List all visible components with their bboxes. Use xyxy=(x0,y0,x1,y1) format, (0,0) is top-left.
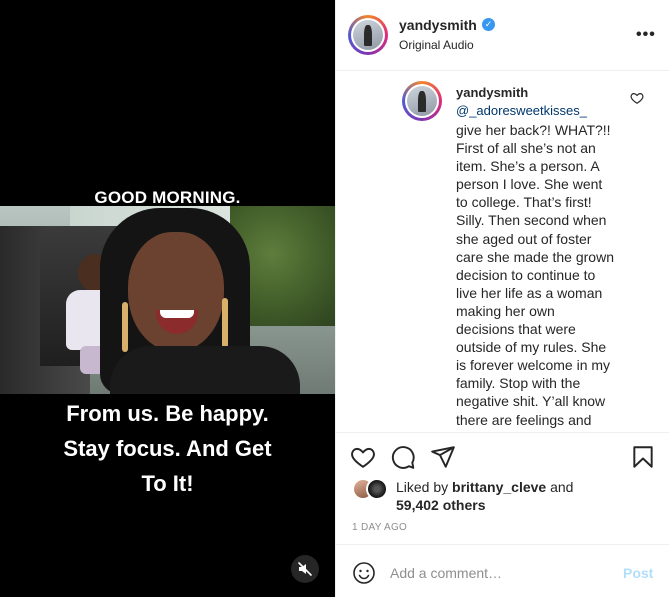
mute-button[interactable] xyxy=(291,555,319,583)
comment-bubble-icon[interactable] xyxy=(390,444,416,470)
video-caption-top: GOOD MORNING. xyxy=(94,188,241,207)
comment-username[interactable]: yandysmith xyxy=(456,85,528,100)
comments-list[interactable]: yandysmith @_adoresweetkisses_ give her … xyxy=(336,72,669,432)
video-player[interactable]: GOOD MORNING. From us. Be happy. Stay fo… xyxy=(0,0,335,597)
post-actions: Liked by brittany_cleve and 59,402 other… xyxy=(336,432,669,552)
add-comment-bar: Post xyxy=(336,544,669,597)
video-frame xyxy=(0,206,335,394)
heart-outline-icon[interactable] xyxy=(350,444,376,470)
post-author-username[interactable]: yandysmith xyxy=(399,17,477,33)
avatar xyxy=(366,478,388,500)
bookmark-icon[interactable] xyxy=(630,444,656,470)
comment-text: give her back?! WHAT?!! First of all she… xyxy=(456,122,614,428)
likes-count[interactable]: 59,402 others xyxy=(396,497,486,513)
heart-outline-icon[interactable] xyxy=(630,91,644,105)
liked-by-avatars[interactable] xyxy=(352,478,392,500)
smiley-face-icon[interactable] xyxy=(352,561,376,585)
woman-face xyxy=(128,232,224,352)
avatar[interactable] xyxy=(348,15,388,55)
liked-by-username[interactable]: brittany_cleve xyxy=(452,479,546,495)
more-options-button[interactable]: ••• xyxy=(636,26,656,44)
post-comment-button[interactable]: Post xyxy=(623,565,653,581)
speaker-muted-icon xyxy=(298,562,312,576)
caption-line: Stay focus. And Get xyxy=(63,436,272,461)
paper-plane-icon[interactable] xyxy=(430,444,456,470)
verified-badge-icon: ✓ xyxy=(482,18,495,31)
comment-avatar[interactable] xyxy=(402,81,442,121)
video-caption-bottom: From us. Be happy. Stay focus. And Get T… xyxy=(0,396,335,501)
earring xyxy=(222,298,228,348)
woman-shirt xyxy=(110,346,300,394)
caption-line: To It! xyxy=(141,471,194,496)
post-panel: yandysmith ✓ Original Audio ••• yandysmi… xyxy=(335,0,669,597)
comment-mention[interactable]: @_adoresweetkisses_ xyxy=(456,103,587,118)
caption-line: From us. Be happy. xyxy=(66,401,269,426)
add-comment-input[interactable] xyxy=(390,559,610,587)
post-header: yandysmith ✓ Original Audio ••• xyxy=(336,0,669,71)
liked-by-text: Liked by brittany_cleve and xyxy=(396,479,574,495)
earring xyxy=(122,302,128,352)
post-timestamp[interactable]: 1 DAY AGO xyxy=(352,522,407,533)
audio-label[interactable]: Original Audio xyxy=(399,38,474,52)
